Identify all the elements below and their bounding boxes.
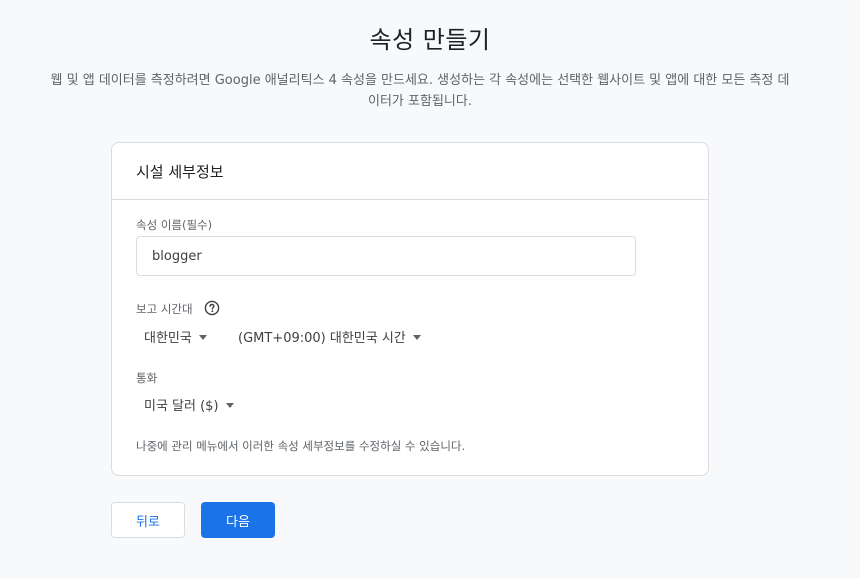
edit-later-note: 나중에 관리 메뉴에서 이러한 속성 세부정보를 수정하실 수 있습니다. xyxy=(136,439,466,453)
card-header: 시설 세부정보 xyxy=(112,143,708,200)
page-subtitle: 웹 및 앱 데이터를 측정하려면 Google 애널리틱스 4 속성을 만드세요… xyxy=(10,70,830,112)
reporting-timezone-label: 보고 시간대 xyxy=(136,302,193,316)
property-details-card: 시설 세부정보 속성 이름(필수) 보고 시간대 대한민국 (GMT+09:00… xyxy=(111,142,709,476)
timezone-dropdown[interactable]: (GMT+09:00) 대한민국 시간 xyxy=(238,327,421,346)
create-property-page: 속성 만들기 웹 및 앱 데이터를 측정하려면 Google 애널리틱스 4 속… xyxy=(0,0,860,578)
currency-label: 통화 xyxy=(136,371,158,385)
next-button[interactable]: 다음 xyxy=(201,502,275,538)
chevron-down-icon xyxy=(225,403,234,408)
chevron-down-icon xyxy=(412,335,421,340)
help-circle-icon[interactable] xyxy=(204,300,220,316)
page-subtitle-line-2: 이터가 포함됩니다. xyxy=(368,94,472,109)
currency-dropdown[interactable]: 미국 달러 ($) xyxy=(144,395,234,414)
country-dropdown[interactable]: 대한민국 xyxy=(144,327,207,346)
back-button[interactable]: 뒤로 xyxy=(111,502,185,538)
currency-dropdown-value: 미국 달러 ($) xyxy=(144,399,219,414)
country-dropdown-value: 대한민국 xyxy=(144,331,192,346)
page-title: 속성 만들기 xyxy=(369,26,491,54)
chevron-down-icon xyxy=(198,335,207,340)
timezone-dropdown-value: (GMT+09:00) 대한민국 시간 xyxy=(238,331,406,346)
property-name-input[interactable] xyxy=(136,236,636,276)
property-name-label: 속성 이름(필수) xyxy=(136,218,213,232)
page-subtitle-line-1: 웹 및 앱 데이터를 측정하려면 Google 애널리틱스 4 속성을 만드세요… xyxy=(50,73,790,88)
